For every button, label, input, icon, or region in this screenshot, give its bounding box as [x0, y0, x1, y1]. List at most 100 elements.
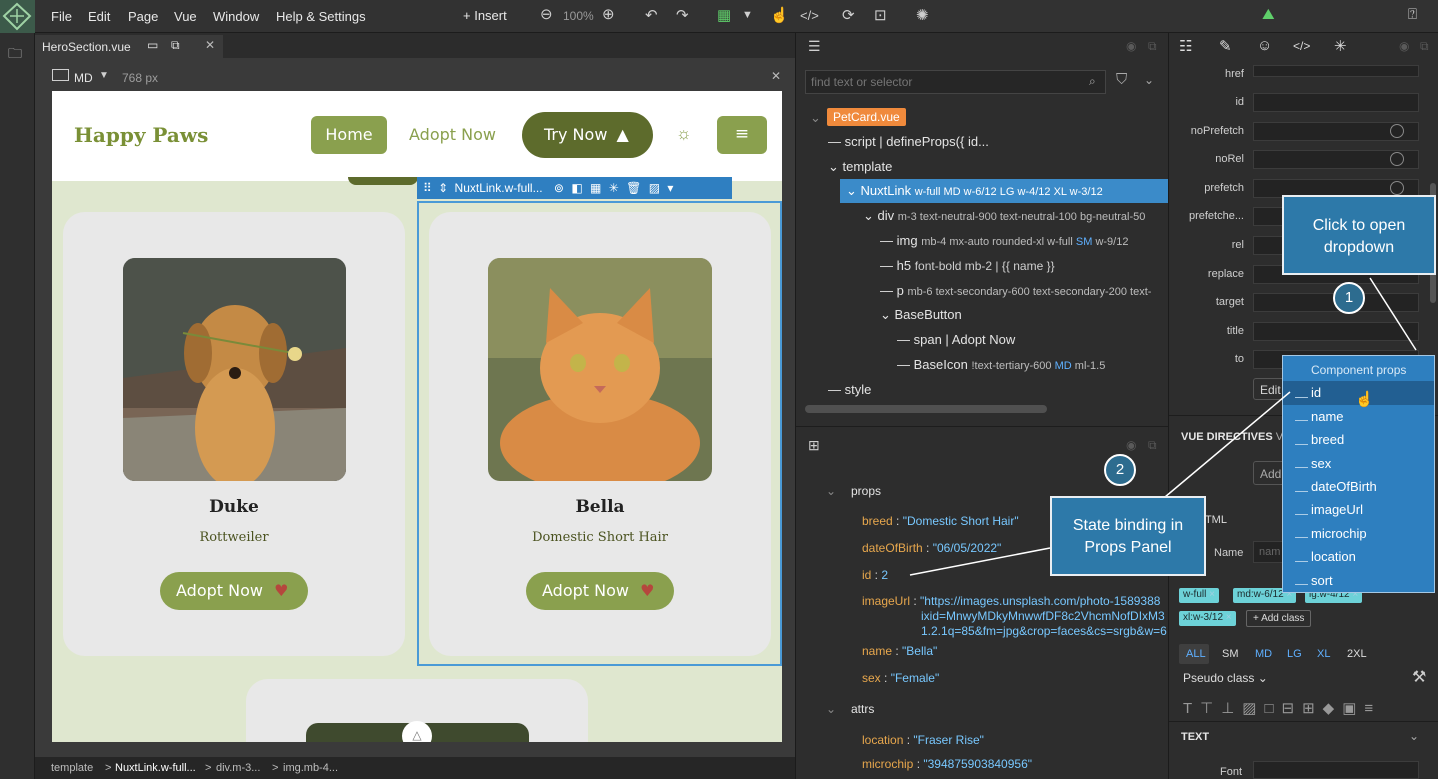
chevron-down-icon[interactable]: ▼ — [99, 70, 109, 81]
sliders-icon[interactable]: ☷ — [1179, 37, 1192, 55]
chevron-down-icon[interactable]: ⌄ — [1144, 73, 1154, 87]
code-icon[interactable]: </> — [800, 8, 819, 23]
filter-icon[interactable]: ⛉ — [1116, 71, 1127, 88]
bp-tab-all[interactable]: ALL — [1186, 648, 1206, 660]
search-input[interactable]: ⌕ — [805, 70, 1106, 94]
prop-dateofbirth[interactable]: dateOfBirth : "06/05/2022" — [862, 541, 1001, 555]
tree-baseicon[interactable]: — BaseIcon !text-tertiary-600 MD ml-1.5 — [897, 357, 1105, 372]
bp-tab-md[interactable]: MD — [1255, 648, 1272, 660]
split-view-icon[interactable]: ▭ — [147, 38, 158, 52]
close-viewport-icon[interactable]: ✕ — [771, 69, 781, 83]
norel-field[interactable] — [1253, 150, 1419, 169]
tree-div[interactable]: ⌄ div m-3 text-neutral-900 text-neutral-… — [863, 208, 1145, 224]
toggle-circle-icon[interactable] — [1390, 124, 1404, 138]
drag-handle-icon[interactable]: ⠿ — [423, 181, 432, 195]
search-icon[interactable]: ⌕ — [1089, 74, 1096, 89]
add-class-button[interactable]: + Add class — [1246, 610, 1312, 627]
class-tag[interactable]: xl:w-3/12 × — [1179, 611, 1236, 626]
remove-icon[interactable]: × — [1209, 589, 1215, 600]
tools-icon[interactable]: ⚒ — [1412, 667, 1426, 687]
nav-home-button[interactable]: Home — [311, 116, 387, 154]
pet-card[interactable]: Duke Rottweiler Adopt Now ♥ — [63, 212, 405, 656]
tab-herosection[interactable]: HeroSection.vue ▭ ⧉ ✕ — [35, 35, 223, 58]
new-window-icon[interactable]: ⧉ — [171, 38, 180, 53]
magic-wand-icon[interactable]: ✳ — [1334, 37, 1347, 55]
menu-page[interactable]: Page — [128, 9, 158, 24]
remove-icon[interactable]: × — [1226, 612, 1232, 623]
zoom-level[interactable]: 100% — [563, 9, 594, 23]
tree-root[interactable]: PetCard.vue — [827, 108, 906, 126]
attrs-toggle[interactable]: ⌄ — [826, 702, 836, 716]
tree-style[interactable]: — style — [828, 382, 871, 397]
eye-icon[interactable]: ◉ — [1126, 438, 1136, 452]
tree-scrollbar[interactable] — [805, 405, 1047, 413]
pseudo-class-select[interactable]: Pseudo class ⌄ — [1183, 671, 1268, 685]
prop-sex[interactable]: sex : "Female" — [862, 671, 939, 685]
grid-icon[interactable]: ▦ — [590, 181, 601, 195]
magic-icon[interactable]: ✳ — [609, 181, 619, 195]
breadcrumb-nuxtlink[interactable]: NuxtLink.w-full... — [115, 762, 196, 774]
sun-icon[interactable]: ☼ — [676, 124, 692, 144]
chevron-down-icon[interactable]: ▾ — [667, 181, 673, 195]
hand-pointer-icon[interactable]: ☝ — [770, 6, 789, 24]
move-updown-icon[interactable]: ⇕ — [438, 181, 448, 195]
tree-template[interactable]: ⌄ template — [828, 159, 892, 175]
text-section-header[interactable]: TEXT — [1181, 731, 1209, 743]
code-icon[interactable]: </> — [1293, 39, 1310, 53]
prop-breed[interactable]: breed : "Domestic Short Hair" — [862, 514, 1019, 528]
zoom-in-icon[interactable]: ⊕ — [602, 5, 615, 23]
props-toggle[interactable]: ⌄ — [826, 484, 836, 498]
dropdown-item-sort[interactable]: sort — [1311, 573, 1333, 588]
hamburger-menu-button[interactable]: ≡ — [717, 116, 767, 154]
bp-tab-xl[interactable]: XL — [1317, 648, 1330, 660]
insert-button[interactable]: + Insert — [463, 8, 507, 23]
redo-icon[interactable]: ↷ — [676, 6, 689, 24]
app-logo[interactable] — [0, 0, 35, 33]
chevron-down-icon[interactable]: ⌄ — [1409, 729, 1419, 743]
dropdown-item-sex[interactable]: sex — [1311, 456, 1331, 471]
font-select[interactable] — [1253, 761, 1419, 779]
nav-adopt-link[interactable]: Adopt Now — [409, 125, 496, 144]
tree-nuxtlink[interactable]: ⌄ NuxtLink w-full MD w-6/12 LG w-4/12 XL… — [846, 183, 1103, 199]
vue-status-icon[interactable]: ⛰ — [1262, 6, 1275, 23]
tree-img[interactable]: — img mb-4 mx-auto rounded-xl w-full SM … — [880, 233, 1128, 248]
design-canvas[interactable]: Happy Paws Home Adopt Now Try Now ▲ ☼ ≡ — [52, 91, 782, 742]
attr-microchip[interactable]: microchip : "394875903840956" — [862, 757, 1032, 771]
palette-icon[interactable]: ☺ — [1257, 37, 1272, 54]
popout-icon[interactable]: ⧉ — [1148, 438, 1157, 453]
breadcrumb-template[interactable]: template — [51, 762, 93, 774]
props-panel-icon[interactable]: ⊞ — [808, 437, 820, 454]
zoom-out-icon[interactable]: ⊖ — [540, 5, 553, 23]
eye-icon[interactable]: ◉ — [1126, 39, 1136, 53]
href-field[interactable] — [1253, 65, 1419, 77]
dropdown-item-breed[interactable]: breed — [1311, 432, 1344, 447]
pattern-icon[interactable]: ▨ — [649, 181, 660, 195]
component-props-dropdown[interactable]: Component props id name breed sex dateOf… — [1282, 355, 1435, 593]
settings-wheel-icon[interactable]: ✺ — [916, 6, 929, 24]
prop-name[interactable]: name : "Bella" — [862, 644, 937, 658]
title-field[interactable] — [1253, 322, 1419, 341]
eye-icon[interactable]: ◉ — [1399, 39, 1409, 53]
tree-p[interactable]: — p mb-6 text-secondary-600 text-seconda… — [880, 283, 1151, 298]
undo-icon[interactable]: ↶ — [645, 6, 658, 24]
viewport-device-icon[interactable] — [52, 69, 69, 81]
help-chat-icon[interactable]: ⍰ — [1408, 6, 1417, 23]
popout-icon[interactable]: ⧉ — [1420, 39, 1429, 54]
popout-icon[interactable]: ⧉ — [1148, 39, 1157, 54]
dropdown-item-microchip[interactable]: microchip — [1311, 526, 1367, 541]
dropdown-item-imageurl[interactable]: imageUrl — [1311, 502, 1363, 517]
selection-toolbar[interactable]: ⠿ ⇕ NuxtLink.w-full... ⊚ ◧ ▦ ✳ 🗑 ▨ ▾ — [417, 177, 732, 199]
menu-help[interactable]: Help & Settings — [276, 9, 366, 24]
prop-id[interactable]: id : 2 — [862, 568, 888, 582]
nav-try-button[interactable]: Try Now ▲ — [522, 112, 653, 158]
layout-grid-icon[interactable]: ▦ — [717, 6, 731, 24]
tree-script[interactable]: — script | defineProps({ id... — [828, 134, 989, 149]
tree-span[interactable]: — span | Adopt Now — [897, 332, 1015, 347]
tree-h5[interactable]: — h5 font-bold mb-2 | {{ name }} — [880, 258, 1055, 273]
site-brand[interactable]: Happy Paws — [74, 123, 208, 147]
dom-tree-icon[interactable]: ☰ — [808, 38, 821, 55]
refresh-icon[interactable]: ⟳ — [842, 6, 855, 24]
menu-edit[interactable]: Edit — [88, 9, 110, 24]
viewport-size[interactable]: MD — [74, 71, 93, 85]
close-tab-icon[interactable]: ✕ — [205, 38, 215, 52]
